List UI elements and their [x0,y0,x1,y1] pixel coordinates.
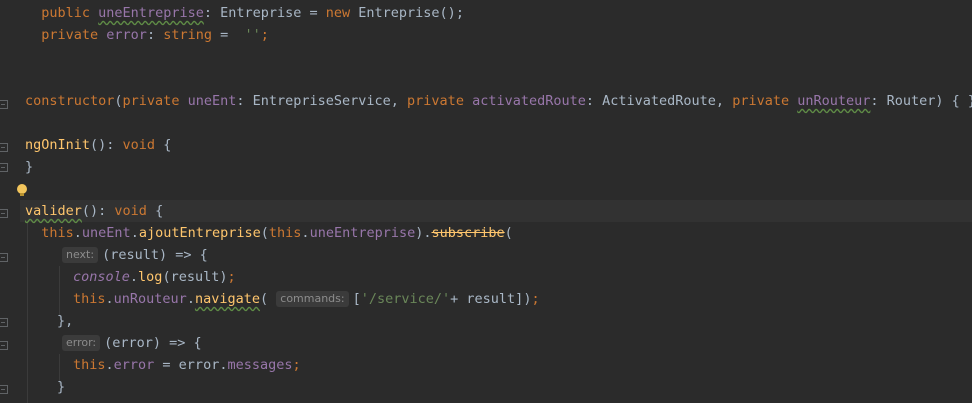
code-line: console.log(result); [73,269,236,285]
code-line: constructor(private uneEnt: EntrepriseSe… [25,93,972,109]
fold-icon[interactable] [0,253,8,262]
fold-icon[interactable] [0,209,8,218]
fold-icon[interactable] [0,385,8,394]
fold-icon[interactable] [0,163,8,172]
lightbulb-icon[interactable] [17,184,27,196]
fold-icon[interactable] [0,143,8,152]
parameter-hint: next: [62,247,99,263]
code-line: private error: string = ''; [41,27,269,43]
code-line: }, [57,313,74,329]
code-line-current: valider(): void { [20,200,972,222]
parameter-hint: error: [62,335,101,351]
code-line: ngOnInit(): void { [25,137,172,153]
code-line: this.uneEnt.ajoutEntreprise(this.uneEntr… [41,225,513,241]
code-line: this.unRouteur.navigate( commands: ['/ser… [73,291,540,307]
fold-icon[interactable] [0,318,8,327]
code-line: } [57,379,66,395]
fold-icon[interactable] [0,100,8,109]
code-line: next: (result) => { [25,244,972,266]
code-line: } [25,159,34,175]
code-line: this.error = error.messages; [73,357,301,373]
fold-icon[interactable] [0,341,8,350]
code-line: error: (error) => { [25,332,972,354]
code-line: public uneEntreprise: Entreprise = new E… [41,5,464,21]
parameter-hint: commands: [276,291,349,307]
